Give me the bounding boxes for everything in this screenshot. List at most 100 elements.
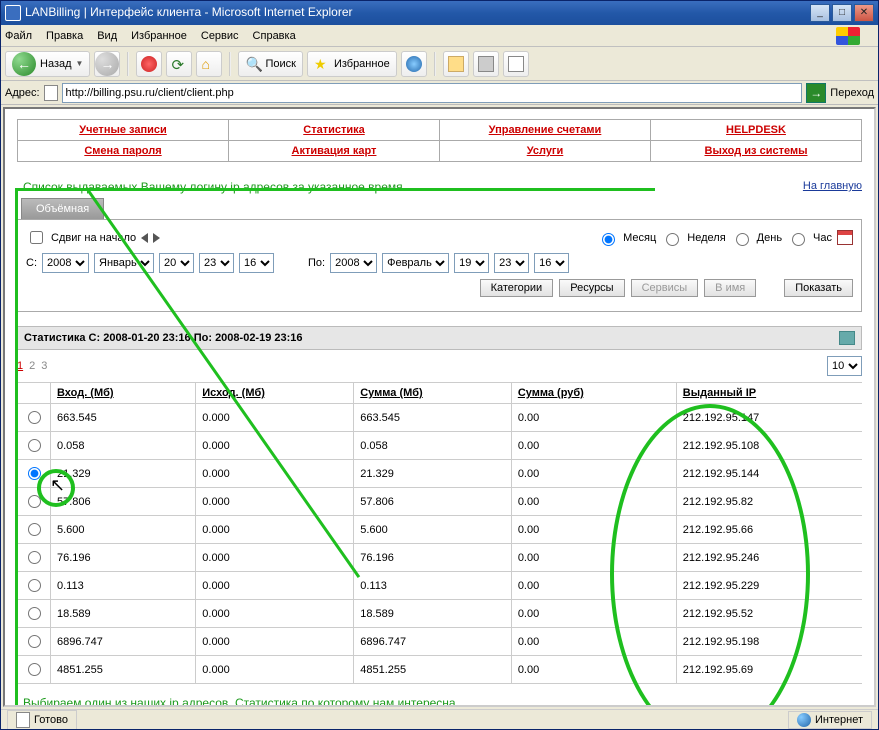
cell-in: 6896.747 — [51, 628, 196, 656]
row-radio[interactable] — [28, 635, 41, 648]
to-label: По: — [308, 257, 325, 269]
btn-show[interactable]: Показать — [784, 279, 853, 297]
from-label: С: — [26, 257, 37, 269]
col-in[interactable]: Вход. (Мб) — [51, 383, 196, 404]
shift-next[interactable] — [153, 233, 160, 243]
tab-volumetric[interactable]: Объёмная — [21, 198, 104, 219]
go-label[interactable]: Переход — [830, 87, 874, 99]
minimize-button[interactable]: _ — [810, 4, 830, 22]
cell-in: 18.589 — [51, 600, 196, 628]
perpage-select[interactable]: 10 — [827, 356, 862, 376]
btn-resources[interactable]: Ресурсы — [559, 279, 624, 297]
period-month-radio[interactable] — [602, 233, 615, 246]
forward-button[interactable]: → — [94, 51, 120, 77]
history-button[interactable] — [401, 51, 427, 77]
page-content: Учетные записи Статистика Управление сче… — [3, 107, 876, 707]
go-button[interactable]: → — [806, 83, 826, 103]
nav-logout[interactable]: Выход из системы — [705, 145, 808, 157]
menubar: Файл Правка Вид Избранное Сервис Справка — [1, 25, 878, 47]
col-sum-rub[interactable]: Сумма (руб) — [511, 383, 676, 404]
menu-service[interactable]: Сервис — [201, 30, 239, 42]
from-year[interactable]: 2008 — [42, 253, 89, 273]
to-day[interactable]: 19 — [454, 253, 489, 273]
from-min[interactable]: 16 — [239, 253, 274, 273]
btn-inname: В имя — [704, 279, 756, 297]
status-bar: Готово Интернет — [1, 709, 878, 729]
row-radio[interactable] — [28, 411, 41, 424]
row-radio[interactable] — [28, 551, 41, 564]
cell-out: 0.000 — [196, 572, 354, 600]
cell-in: 5.600 — [51, 516, 196, 544]
page-2[interactable]: 2 — [29, 360, 35, 372]
from-day[interactable]: 20 — [159, 253, 194, 273]
btn-categories[interactable]: Категории — [480, 279, 554, 297]
page-3[interactable]: 3 — [41, 360, 47, 372]
home-link[interactable]: На главную — [803, 180, 862, 192]
row-radio[interactable] — [28, 663, 41, 676]
pagination: 1 2 3 10 — [17, 356, 862, 376]
nav-cards[interactable]: Активация карт — [292, 145, 377, 157]
nav-statistics[interactable]: Статистика — [303, 124, 365, 136]
cell-sum-mb: 76.196 — [354, 544, 512, 572]
shift-checkbox[interactable] — [30, 231, 43, 244]
cell-out: 0.000 — [196, 460, 354, 488]
btn-services: Сервисы — [631, 279, 699, 297]
home-button[interactable]: ⌂ — [196, 51, 222, 77]
nav-password[interactable]: Смена пароля — [84, 145, 161, 157]
cell-out: 0.000 — [196, 656, 354, 684]
maximize-button[interactable]: □ — [832, 4, 852, 22]
calendar-icon[interactable] — [837, 230, 853, 245]
address-label: Адрес: — [5, 87, 40, 99]
menu-help[interactable]: Справка — [253, 30, 296, 42]
refresh-button[interactable]: ⟳ — [166, 51, 192, 77]
favorites-button[interactable]: ★Избранное — [307, 51, 397, 77]
cell-out: 0.000 — [196, 628, 354, 656]
nav-accounts[interactable]: Учетные записи — [79, 124, 167, 136]
to-hour[interactable]: 23 — [494, 253, 529, 273]
address-bar: Адрес: → Переход — [1, 81, 878, 105]
nav-billing[interactable]: Управление счетами — [489, 124, 602, 136]
shift-prev[interactable] — [141, 233, 148, 243]
nav-services[interactable]: Услуги — [527, 145, 564, 157]
row-radio[interactable] — [28, 607, 41, 620]
col-sum-mb[interactable]: Сумма (Мб) — [354, 383, 512, 404]
printer-icon[interactable] — [839, 331, 855, 345]
cell-out: 0.000 — [196, 544, 354, 572]
cell-sum-mb: 6896.747 — [354, 628, 512, 656]
row-radio[interactable] — [28, 579, 41, 592]
period-week-radio[interactable] — [666, 233, 679, 246]
print-button[interactable] — [473, 51, 499, 77]
row-radio[interactable] — [28, 439, 41, 452]
to-month[interactable]: Февраль — [382, 253, 449, 273]
app-icon — [5, 5, 21, 21]
cell-sum-mb: 57.806 — [354, 488, 512, 516]
search-button[interactable]: 🔍Поиск — [238, 51, 302, 77]
from-hour[interactable]: 23 — [199, 253, 234, 273]
menu-view[interactable]: Вид — [97, 30, 117, 42]
annotation-line-left — [15, 188, 18, 707]
cell-sum-mb: 4851.255 — [354, 656, 512, 684]
menu-file[interactable]: Файл — [5, 30, 32, 42]
col-ip[interactable]: Выданный IP — [676, 383, 862, 404]
status-ready: Готово — [34, 714, 68, 726]
to-min[interactable]: 16 — [534, 253, 569, 273]
back-button[interactable]: ←Назад▼ — [5, 51, 90, 77]
cell-out: 0.000 — [196, 488, 354, 516]
stats-header: Статистика С: 2008-01-20 23:16 По: 2008-… — [17, 326, 862, 350]
menu-favorites[interactable]: Избранное — [131, 30, 187, 42]
nav-helpdesk[interactable]: HELPDESK — [726, 124, 786, 136]
period-day-radio[interactable] — [736, 233, 749, 246]
cell-in: 76.196 — [51, 544, 196, 572]
col-out[interactable]: Исход. (Мб) — [196, 383, 354, 404]
stop-button[interactable] — [136, 51, 162, 77]
address-input[interactable] — [62, 83, 803, 103]
row-radio[interactable] — [28, 523, 41, 536]
menu-edit[interactable]: Правка — [46, 30, 83, 42]
cell-sum-mb: 0.058 — [354, 432, 512, 460]
to-year[interactable]: 2008 — [330, 253, 377, 273]
period-hour-radio[interactable] — [792, 233, 805, 246]
close-button[interactable]: ✕ — [854, 4, 874, 22]
mail-button[interactable] — [443, 51, 469, 77]
window-title: LANBilling | Интерфейс клиента - Microso… — [25, 5, 353, 19]
edit-button[interactable] — [503, 51, 529, 77]
